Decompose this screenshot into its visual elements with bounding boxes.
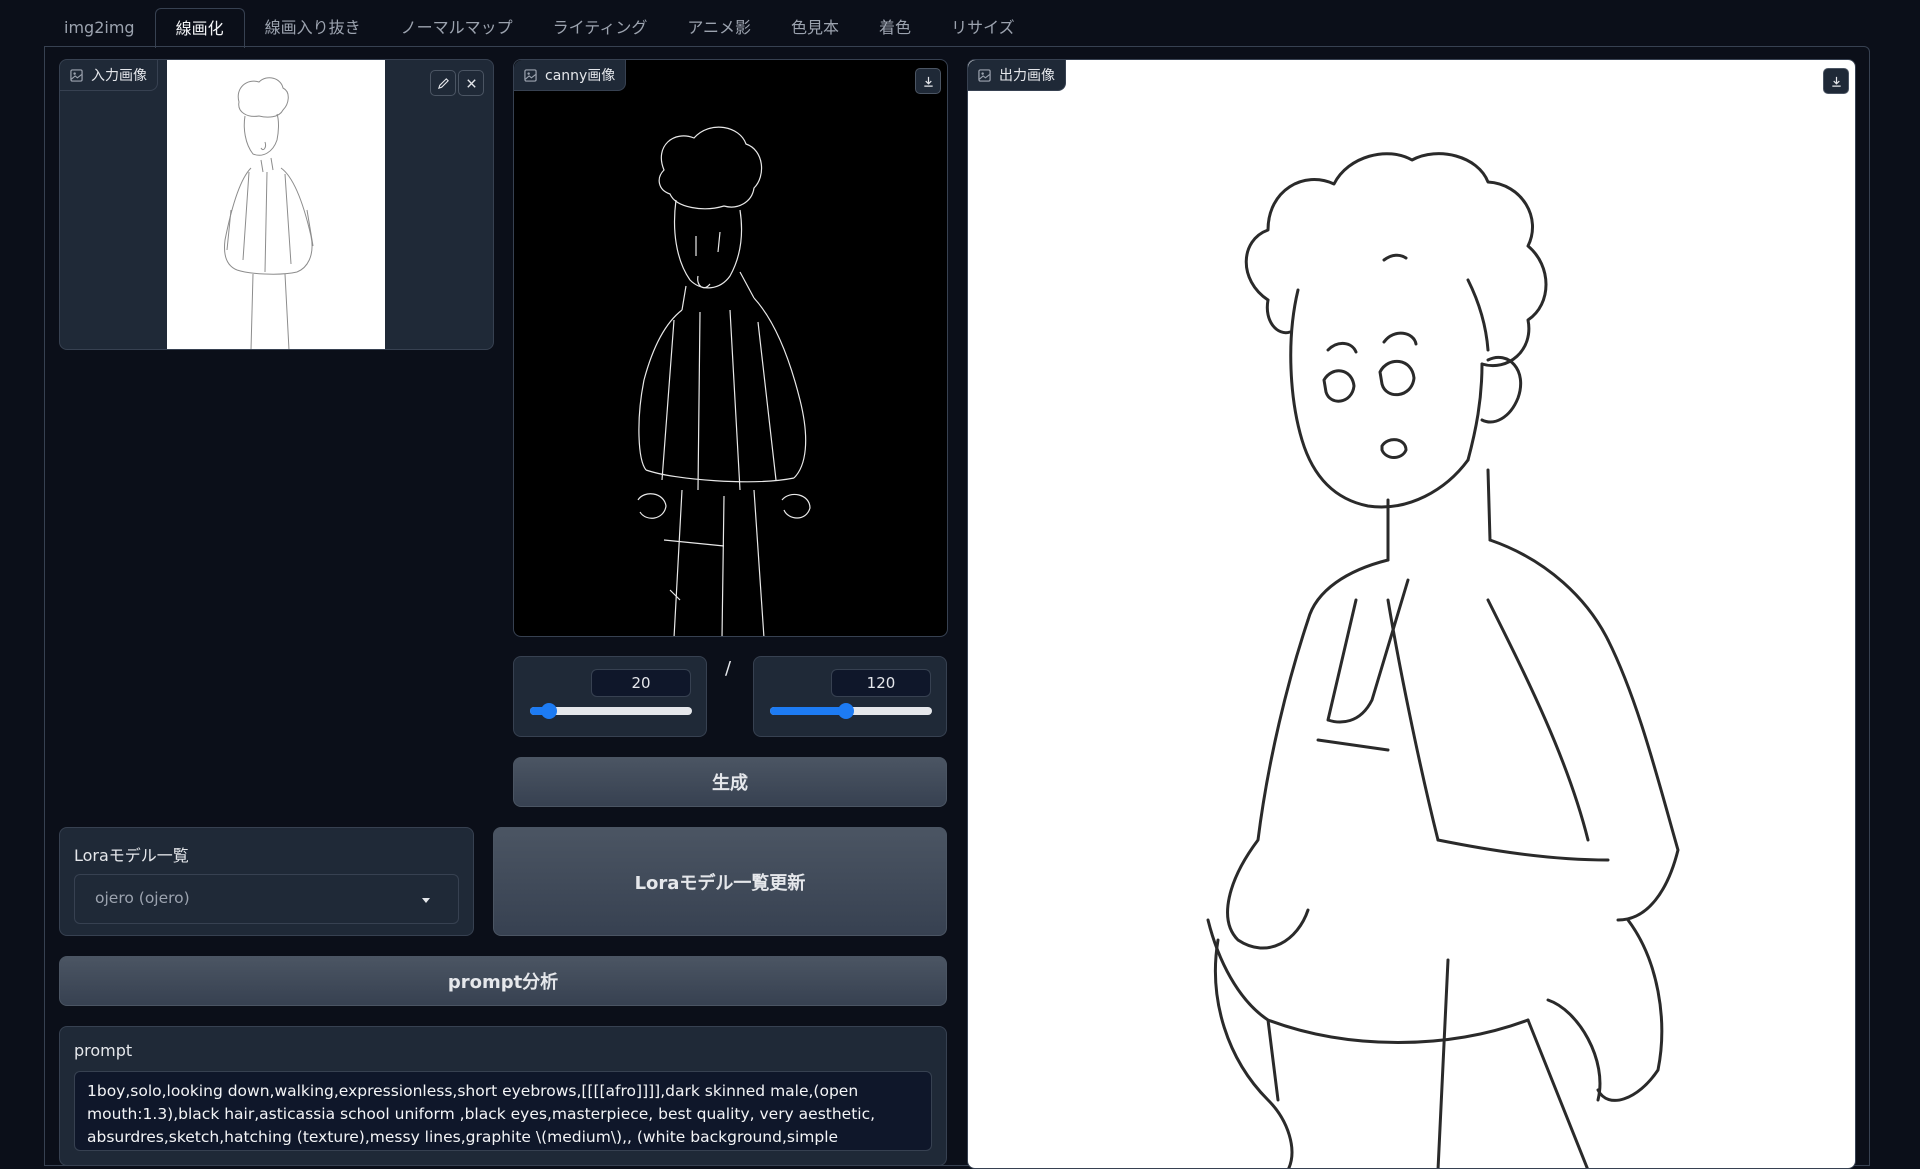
output-image-panel[interactable]: 出力画像 <box>967 59 1856 1169</box>
prompt-label: prompt <box>74 1041 133 1060</box>
generate-button[interactable]: 生成 <box>513 757 947 807</box>
canny-high-slider-thumb[interactable] <box>838 703 855 719</box>
pencil-icon <box>437 77 449 89</box>
tab-lineart[interactable]: 線画化 <box>154 8 245 48</box>
download-icon <box>1831 76 1841 87</box>
canny-image-panel[interactable]: canny画像 <box>513 59 948 637</box>
lora-model-panel: Loraモデル一覧 ojero (ojero) <box>59 827 474 936</box>
clear-image-button[interactable] <box>458 70 484 96</box>
canny-high-slider-fill <box>770 707 847 715</box>
tab-bar: img2img 線画化 線画入り抜き ノーマルマップ ライティング アニメ影 色… <box>44 8 1035 48</box>
input-sketch-drawing <box>224 77 314 349</box>
image-icon <box>70 68 83 82</box>
output-lineart-drawing <box>1206 152 1680 1168</box>
canny-low-input[interactable]: 20 <box>591 669 691 697</box>
download-canny-button[interactable] <box>915 68 941 94</box>
input-sketch-image <box>167 60 385 349</box>
tab-coloring[interactable]: 着色 <box>859 8 931 46</box>
edit-image-button[interactable] <box>430 70 456 96</box>
canny-high-threshold: 120 <box>753 656 947 737</box>
canny-low-slider-thumb[interactable] <box>541 703 558 719</box>
download-output-button[interactable] <box>1823 68 1849 94</box>
tab-lineart-extract[interactable]: 線画入り抜き <box>245 8 381 46</box>
dropdown-caret-icon <box>422 898 430 903</box>
threshold-separator: / <box>725 658 732 679</box>
lora-selected-value: ojero (ojero) <box>95 889 190 907</box>
image-icon <box>524 68 537 82</box>
canny-high-input[interactable]: 120 <box>831 669 931 697</box>
input-image-label: 入力画像 <box>60 60 158 91</box>
canny-low-threshold: 20 <box>513 656 707 737</box>
tab-normal-map[interactable]: ノーマルマップ <box>381 8 533 46</box>
prompt-panel: prompt 1boy,solo,looking down,walking,ex… <box>59 1026 947 1166</box>
canny-image-title: canny画像 <box>545 68 616 84</box>
output-image-label: 出力画像 <box>968 60 1066 91</box>
output-image-title: 出力画像 <box>999 68 1055 84</box>
input-image-title: 入力画像 <box>91 68 147 84</box>
lora-model-label: Loraモデル一覧 <box>74 846 189 865</box>
close-icon <box>466 78 476 88</box>
tab-color-sample[interactable]: 色見本 <box>771 8 859 46</box>
canny-edge-drawing <box>637 126 811 636</box>
prompt-textarea[interactable]: 1boy,solo,looking down,walking,expressio… <box>74 1071 932 1151</box>
tab-anime-shadow[interactable]: アニメ影 <box>667 8 771 46</box>
prompt-analyze-button[interactable]: prompt分析 <box>59 956 947 1006</box>
tab-resize[interactable]: リサイズ <box>931 8 1035 46</box>
canny-low-slider[interactable] <box>530 703 692 719</box>
tab-img2img[interactable]: img2img <box>44 8 155 46</box>
tab-lighting[interactable]: ライティング <box>533 8 668 46</box>
download-icon <box>923 76 933 87</box>
lora-refresh-button[interactable]: Loraモデル一覧更新 <box>493 827 947 936</box>
image-icon <box>978 68 991 82</box>
lora-model-dropdown[interactable]: ojero (ojero) <box>74 874 459 924</box>
input-image-panel[interactable]: 入力画像 <box>59 59 494 350</box>
canny-high-slider[interactable] <box>770 703 932 719</box>
canny-image-label: canny画像 <box>514 60 627 91</box>
